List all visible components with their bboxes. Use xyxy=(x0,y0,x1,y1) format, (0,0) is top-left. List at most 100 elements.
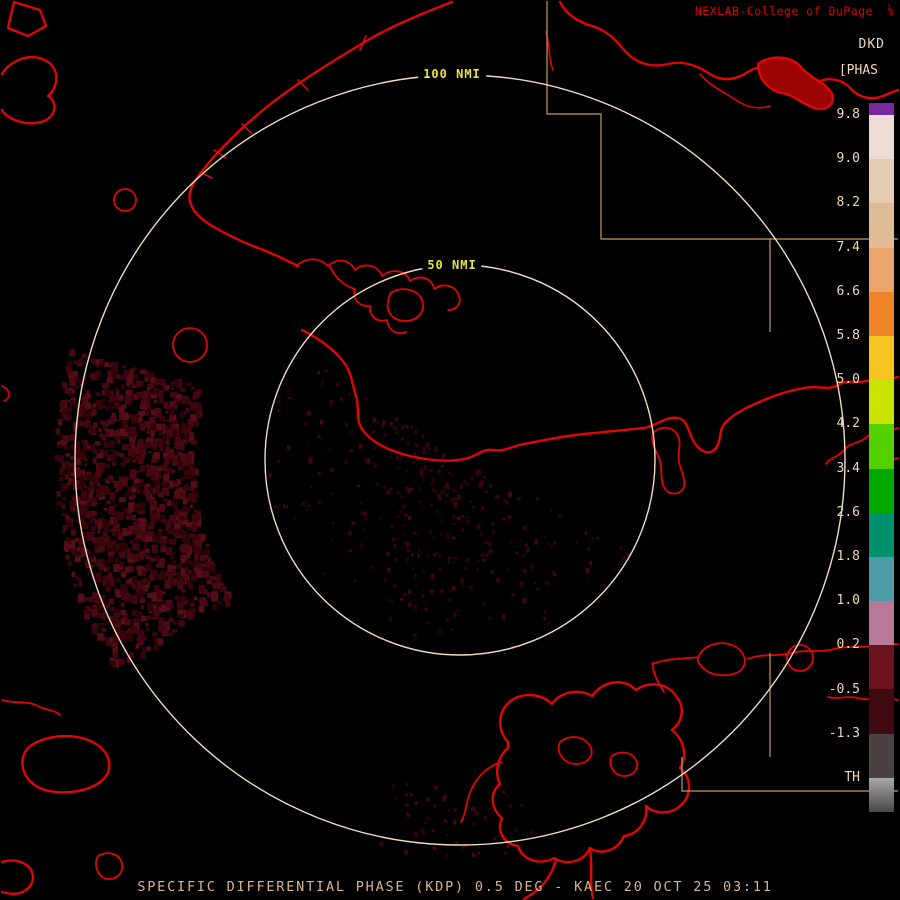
radar-echo-pixel xyxy=(87,572,90,575)
radar-echo-pixel xyxy=(493,531,495,534)
radar-echo-pixel xyxy=(321,383,324,385)
radar-echo-pixel xyxy=(404,541,407,544)
radar-echo-pixel xyxy=(452,474,454,476)
radar-echo-pixel xyxy=(146,496,150,502)
radar-echo-pixel xyxy=(484,541,488,544)
radar-echo-pixel xyxy=(324,370,328,373)
radar-echo-pixel xyxy=(97,559,102,565)
radar-echo-pixel xyxy=(162,465,168,471)
radar-echo-pixel xyxy=(465,483,469,485)
radar-echo-pixel xyxy=(180,388,185,392)
radar-echo-pixel xyxy=(453,523,456,525)
radar-display: 100 NMI 50 NMI NEXLAB-College of DuPage … xyxy=(0,0,900,900)
radar-echo-pixel xyxy=(181,477,185,481)
radar-echo-pixel xyxy=(141,571,146,576)
radar-echo-pixel xyxy=(150,395,157,399)
radar-echo-pixel xyxy=(373,418,377,422)
radar-echo-pixel xyxy=(106,587,111,591)
radar-echo-pixel xyxy=(323,572,327,575)
radar-echo-pixel xyxy=(105,432,108,437)
radar-echo-pixel xyxy=(136,504,141,508)
radar-echo-pixel xyxy=(75,538,79,542)
radar-echo-pixel xyxy=(165,411,168,413)
radar-echo-pixel xyxy=(103,523,109,532)
radar-echo-pixel xyxy=(192,524,197,530)
radar-echo-pixel xyxy=(465,475,467,477)
radar-echo-pixel xyxy=(80,421,87,426)
radar-echo-pixel xyxy=(89,554,93,560)
radar-echo-pixel xyxy=(109,441,116,448)
radar-echo-pixel xyxy=(523,598,527,604)
radar-echo-pixel xyxy=(431,574,435,579)
ring-label-100nmi: 100 NMI xyxy=(418,66,486,82)
radar-echo-pixel xyxy=(123,457,130,463)
colorbar-segment xyxy=(869,469,894,513)
radar-echo-pixel xyxy=(386,552,390,556)
radar-echo-pixel xyxy=(186,398,191,403)
radar-echo-pixel xyxy=(386,490,389,494)
radar-echo-pixel xyxy=(399,510,402,513)
radar-echo-pixel xyxy=(473,823,476,826)
radar-echo-pixel xyxy=(444,819,447,823)
radar-echo-pixel xyxy=(110,661,116,667)
radar-echo-pixel xyxy=(133,554,139,562)
radar-echo-pixel xyxy=(317,435,320,438)
radar-echo-pixel xyxy=(375,435,377,437)
radar-echo-pixel xyxy=(102,581,106,584)
island-outline xyxy=(96,853,122,879)
radar-echo-pixel xyxy=(92,623,97,626)
radar-echo-pixel xyxy=(98,570,101,573)
radar-echo-pixel xyxy=(197,390,201,396)
radar-echo-pixel xyxy=(123,366,127,369)
radar-echo-pixel xyxy=(397,492,399,494)
radar-echo-pixel xyxy=(520,804,523,807)
island-outline xyxy=(559,737,592,764)
radar-echo-pixel xyxy=(190,405,194,410)
radar-echo-pixel xyxy=(436,510,439,513)
radar-echo-pixel xyxy=(155,381,158,385)
radar-echo-pixel xyxy=(308,505,312,508)
coastline xyxy=(652,428,684,494)
radar-echo-pixel xyxy=(63,497,66,500)
radar-echo-pixel xyxy=(117,579,120,582)
lake-outline xyxy=(493,682,689,862)
radar-echo-pixel xyxy=(171,604,174,608)
radar-echo-pixel xyxy=(103,577,106,579)
radar-echo-pixel xyxy=(461,515,464,517)
colorbar-tick: 3.4 xyxy=(837,461,860,476)
radar-echo-pixel xyxy=(429,530,433,534)
radar-echo-pixel xyxy=(122,548,126,552)
radar-echo-pixel xyxy=(438,630,442,633)
radar-echo-pixel xyxy=(85,394,91,399)
radar-echo-pixel xyxy=(502,614,505,619)
radar-echo-pixel xyxy=(131,610,137,616)
radar-echo-pixel xyxy=(186,522,192,527)
radar-echo-pixel xyxy=(98,428,102,432)
radar-echo-pixel xyxy=(483,476,486,479)
lake-outline xyxy=(758,58,833,109)
radar-echo-pixel xyxy=(142,647,147,652)
radar-echo-pixel xyxy=(59,403,64,408)
radar-echo-pixel xyxy=(174,379,179,386)
radar-echo-pixel xyxy=(413,453,416,456)
radar-echo-pixel xyxy=(427,448,430,450)
radar-echo-pixel xyxy=(66,366,70,372)
radar-echo-pixel xyxy=(419,488,421,491)
radar-echo-pixel xyxy=(179,413,185,419)
radar-echo-pixel xyxy=(442,465,444,467)
radar-echo-pixel xyxy=(427,621,429,624)
radar-echo-pixel xyxy=(373,447,375,450)
radar-echo-pixel xyxy=(144,421,151,428)
radar-echo-pixel xyxy=(457,516,460,521)
radar-echo-pixel xyxy=(72,572,76,577)
radar-echo-pixel xyxy=(217,601,222,605)
radar-echo-pixel xyxy=(184,485,189,491)
radar-echo-pixel xyxy=(408,603,411,607)
colorbar xyxy=(869,103,894,812)
radar-echo-pixel xyxy=(190,414,197,421)
radar-echo-pixel xyxy=(92,605,96,608)
radar-echo-pixel xyxy=(415,801,419,804)
radar-echo-pixel xyxy=(124,493,129,497)
radar-echo-pixel xyxy=(183,522,186,526)
radar-echo-pixel xyxy=(177,564,182,569)
